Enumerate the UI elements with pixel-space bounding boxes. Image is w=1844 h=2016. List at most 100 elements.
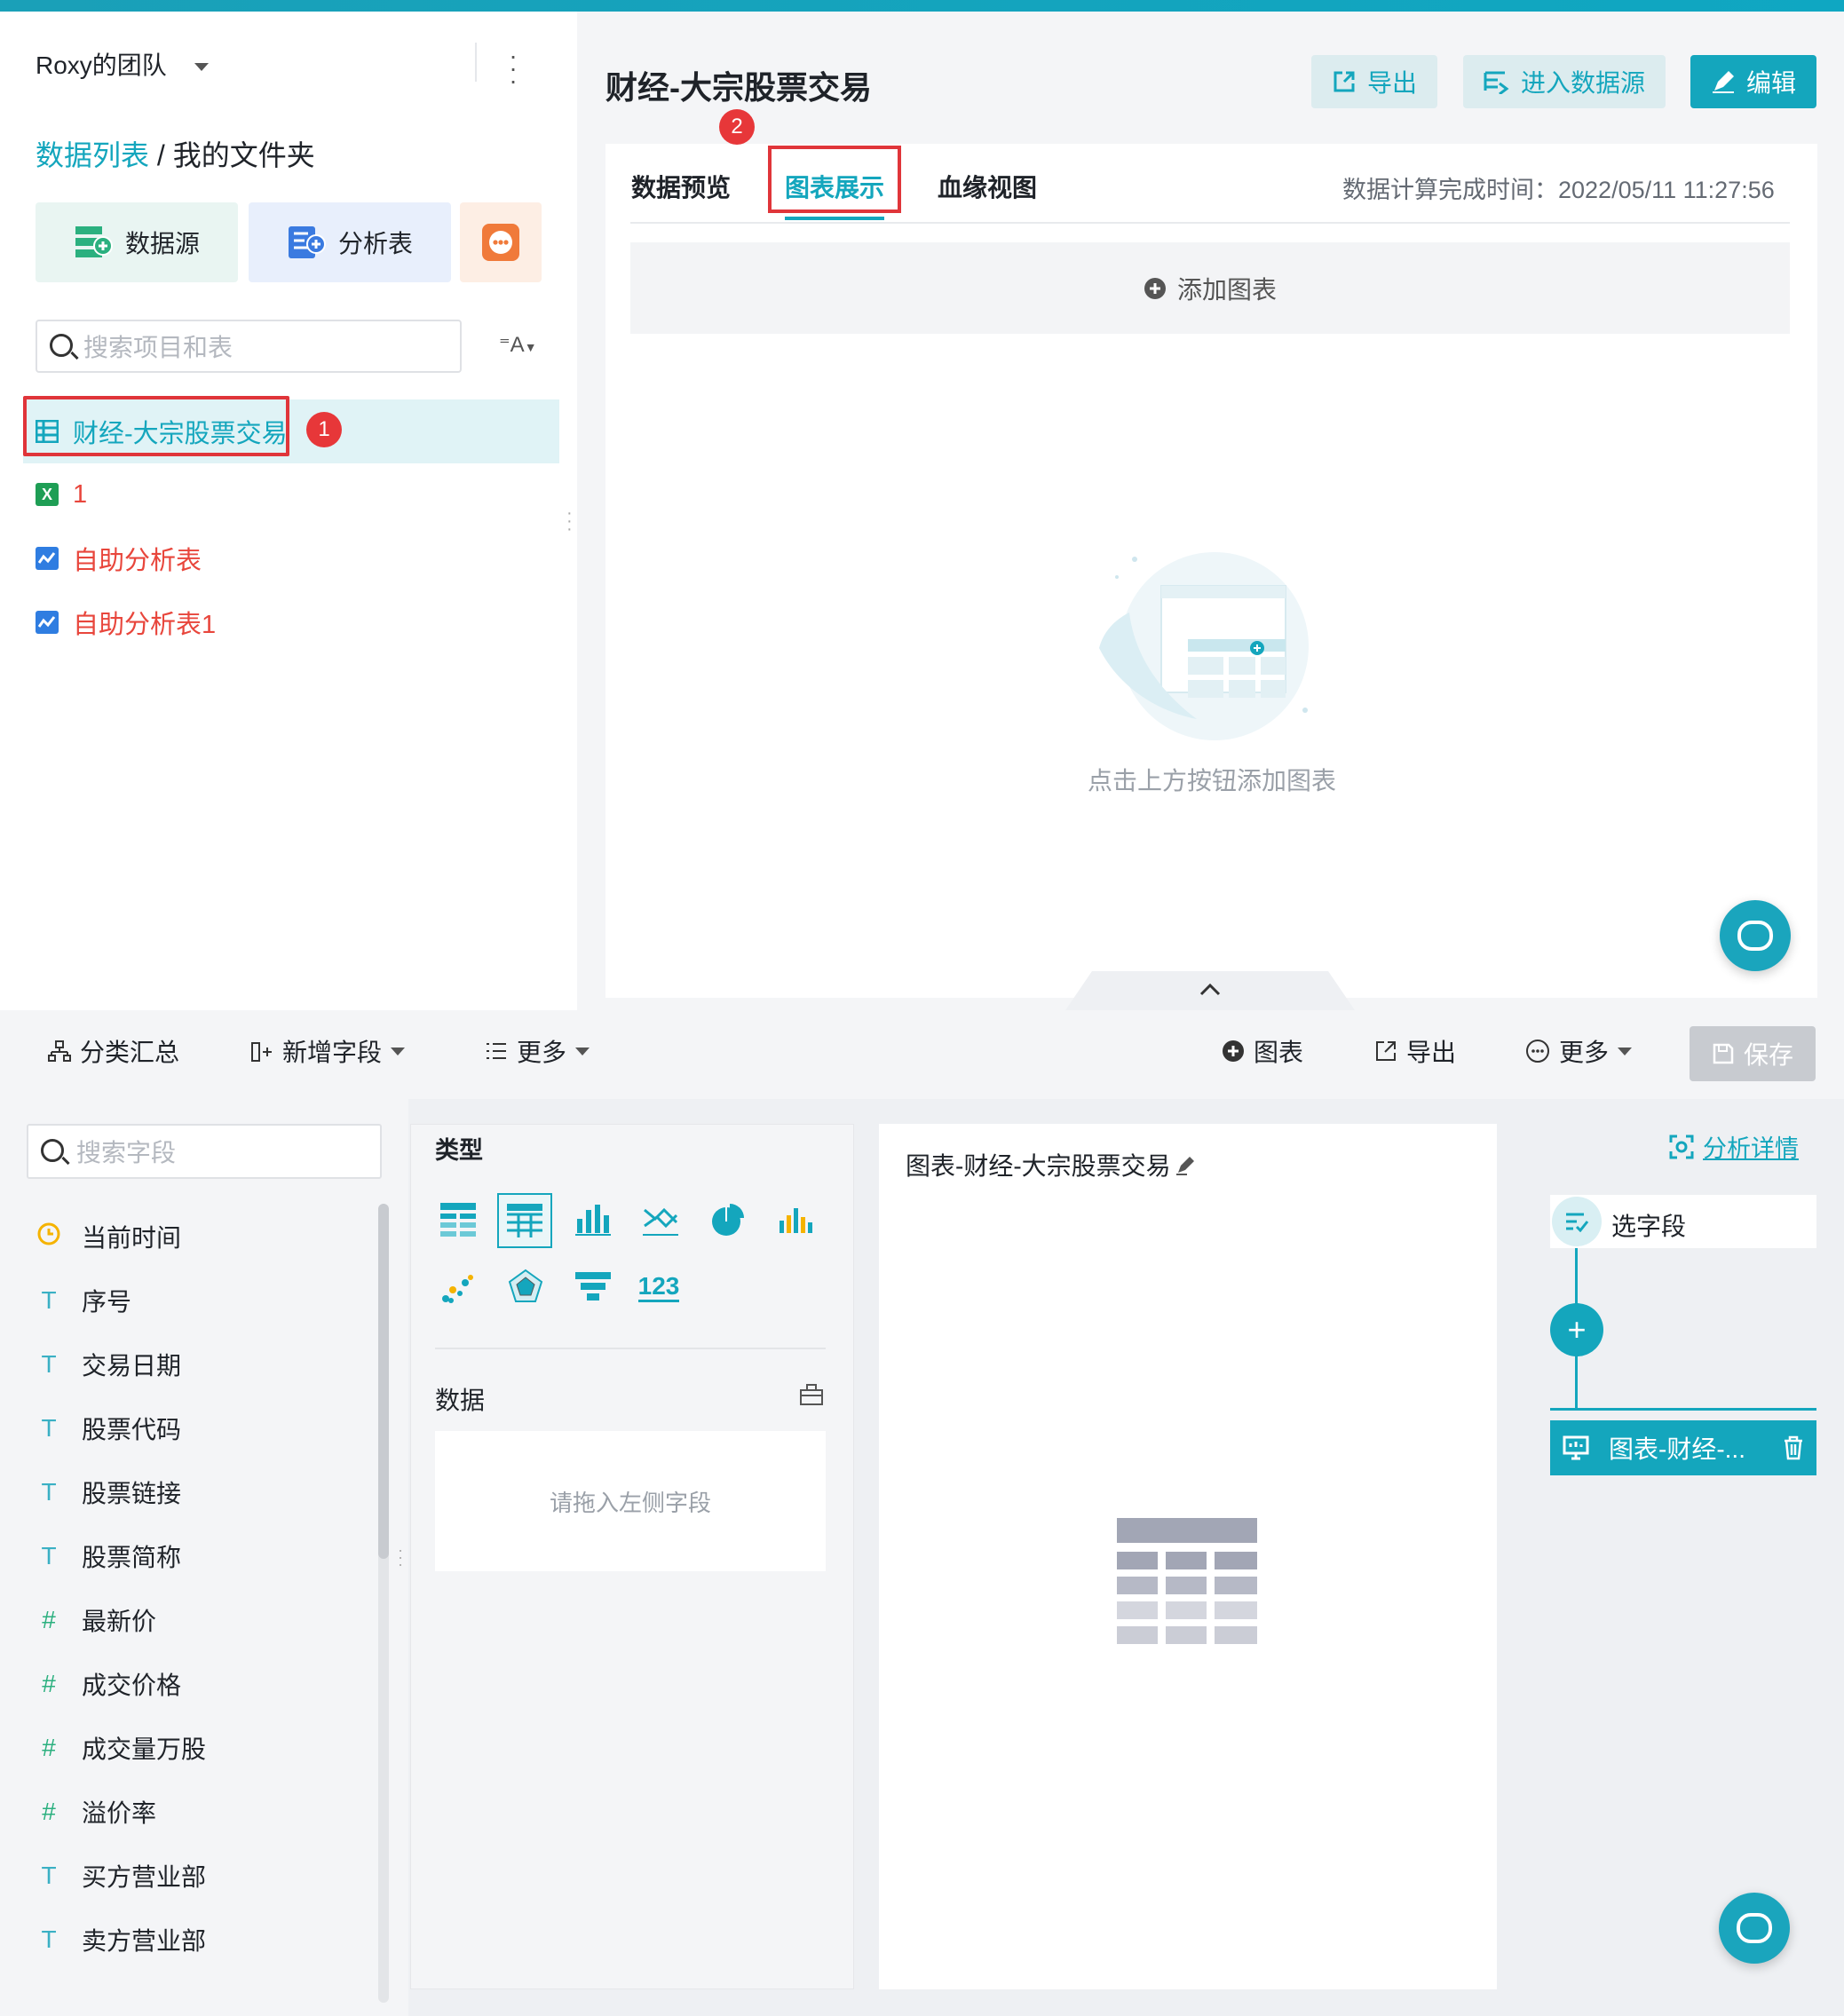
- divider: [475, 43, 477, 82]
- export-button-bottom[interactable]: 导出: [1374, 1033, 1456, 1069]
- add-field-label: 新增字段: [282, 1039, 383, 1066]
- empty-hint: 点击上方按钮添加图表: [1088, 767, 1337, 795]
- analysis-detail-link[interactable]: 分析详情: [1669, 1129, 1799, 1164]
- field-item[interactable]: T 交易日期: [36, 1342, 181, 1387]
- breadcrumb: 数据列表 / 我的文件夹: [36, 133, 315, 174]
- more-vertical-icon[interactable]: · · ·: [504, 43, 522, 93]
- number-type-icon: #: [42, 1798, 56, 1825]
- excel-icon: X: [36, 483, 59, 506]
- chart-title: 图表-财经-大宗股票交易: [906, 1152, 1171, 1180]
- active-tab-indicator: [785, 217, 884, 220]
- combo-chart-icon[interactable]: [776, 1200, 815, 1239]
- field-label: 溢价率: [82, 1799, 157, 1827]
- team-selector[interactable]: Roxy的团队: [36, 46, 209, 82]
- tab-lineage-view[interactable]: 血缘视图: [938, 169, 1037, 204]
- group-summary-button[interactable]: 分类汇总: [48, 1033, 179, 1069]
- tab-data-preview[interactable]: 数据预览: [631, 169, 731, 204]
- field-item[interactable]: # 成交量万股: [36, 1726, 206, 1770]
- add-datasource-button[interactable]: 数据源: [36, 202, 238, 282]
- funnel-chart-icon[interactable]: [574, 1268, 613, 1307]
- field-item[interactable]: T 股票简称: [36, 1534, 181, 1578]
- group-summary-label: 分类汇总: [80, 1039, 180, 1066]
- field-label: 买方营业部: [82, 1863, 207, 1891]
- save-button[interactable]: 保存: [1690, 1026, 1816, 1081]
- enter-datasource-button[interactable]: 进入数据源: [1463, 55, 1666, 108]
- field-scrollbar[interactable]: [378, 1204, 389, 2003]
- line-chart-type-icon[interactable]: [641, 1200, 680, 1239]
- save-icon: [1713, 1043, 1734, 1064]
- table-placeholder-icon: [1117, 1518, 1257, 1644]
- scatter-chart-icon[interactable]: [439, 1268, 478, 1307]
- field-label: 卖方营业部: [82, 1927, 207, 1955]
- clear-icon[interactable]: [799, 1383, 824, 1406]
- presentation-icon: [1563, 1435, 1589, 1460]
- add-analysis-label: 分析表: [337, 230, 413, 257]
- radar-chart-icon[interactable]: [506, 1268, 545, 1307]
- list-item-excel[interactable]: X 1: [36, 468, 87, 521]
- search-icon: [50, 334, 73, 357]
- breadcrumb-link[interactable]: 数据列表: [36, 139, 149, 171]
- edit-button[interactable]: 编辑: [1690, 55, 1816, 108]
- field-item[interactable]: T 股票代码: [36, 1406, 181, 1451]
- collapse-handle[interactable]: [1065, 971, 1355, 1010]
- edit-label: 编辑: [1745, 69, 1796, 97]
- pie-chart-icon[interactable]: [708, 1200, 748, 1239]
- add-step-button[interactable]: +: [1550, 1303, 1603, 1356]
- export-button[interactable]: 导出: [1311, 55, 1437, 108]
- text-type-icon: T: [41, 1862, 57, 1889]
- scroll-thumb[interactable]: [378, 1204, 389, 1559]
- text-type-icon: T: [41, 1414, 57, 1442]
- sort-icon[interactable]: ⁼A▼: [499, 332, 537, 358]
- chat-support-button[interactable]: [1720, 900, 1791, 971]
- field-item[interactable]: T 卖方营业部: [36, 1917, 206, 1962]
- text-type-icon: T: [41, 1925, 57, 1953]
- project-search-input[interactable]: 搜索项目和表: [36, 320, 462, 373]
- more-dropdown-right[interactable]: 更多: [1525, 1033, 1633, 1069]
- field-item[interactable]: # 成交价格: [36, 1662, 181, 1706]
- export-icon: [1334, 71, 1355, 92]
- number-card-icon[interactable]: 123: [637, 1268, 680, 1307]
- field-label: 成交量万股: [82, 1735, 207, 1763]
- field-label: 成交价格: [82, 1672, 182, 1699]
- pencil-icon[interactable]: [1175, 1153, 1198, 1176]
- add-analysis-button[interactable]: 分析表: [249, 202, 451, 282]
- calc-time: 数据计算完成时间：2022/05/11 11:27:56: [1342, 177, 1775, 203]
- search-icon: [41, 1139, 64, 1162]
- field-label: 最新价: [82, 1608, 157, 1635]
- step-badge-2: 2: [719, 109, 755, 145]
- bar-chart-icon[interactable]: [574, 1200, 613, 1239]
- chart-label: 图表: [1254, 1039, 1304, 1066]
- field-search-input[interactable]: 搜索字段: [27, 1124, 382, 1179]
- more-dropdown-left[interactable]: 更多: [485, 1033, 590, 1069]
- field-item[interactable]: T 买方营业部: [36, 1854, 206, 1898]
- field-label: 交易日期: [82, 1352, 182, 1380]
- field-item[interactable]: 当前时间: [36, 1214, 181, 1259]
- list-item-label: 自助分析表: [73, 547, 202, 575]
- type-label: 类型: [435, 1137, 483, 1164]
- list-item-analysis[interactable]: 自助分析表: [36, 532, 202, 585]
- field-item[interactable]: # 最新价: [36, 1598, 156, 1642]
- chart-node[interactable]: 图表-财经-...: [1550, 1420, 1816, 1475]
- chart-title-row[interactable]: 图表-财经-大宗股票交易: [906, 1147, 1198, 1182]
- text-type-icon: T: [41, 1286, 57, 1314]
- detail-table-chart-icon[interactable]: [497, 1193, 552, 1248]
- page-title: 财经-大宗股票交易: [605, 69, 872, 106]
- chat-support-button[interactable]: [1719, 1893, 1790, 1964]
- add-chart-button[interactable]: 添加图表: [630, 242, 1790, 334]
- data-drop-zone[interactable]: 请拖入左侧字段: [435, 1431, 826, 1571]
- resize-handle[interactable]: · · ·: [398, 1542, 403, 1572]
- delete-icon[interactable]: [1783, 1435, 1804, 1460]
- table-chart-icon[interactable]: [439, 1200, 478, 1239]
- add-field-dropdown[interactable]: 新增字段: [250, 1033, 406, 1069]
- more-apps-button[interactable]: [460, 202, 542, 282]
- list-item-analysis[interactable]: 自助分析表1: [36, 596, 216, 649]
- number-card-label: 123: [637, 1272, 680, 1302]
- resize-handle[interactable]: · · ·: [566, 504, 573, 538]
- field-item[interactable]: T 股票链接: [36, 1470, 181, 1514]
- clock-icon: [36, 1222, 62, 1252]
- chart-button[interactable]: 图表: [1222, 1033, 1303, 1069]
- field-item[interactable]: T 序号: [36, 1278, 131, 1323]
- plus-circle-icon: [1223, 1040, 1244, 1062]
- field-item[interactable]: # 溢价率: [36, 1790, 156, 1834]
- list-item-label: 自助分析表1: [73, 611, 217, 639]
